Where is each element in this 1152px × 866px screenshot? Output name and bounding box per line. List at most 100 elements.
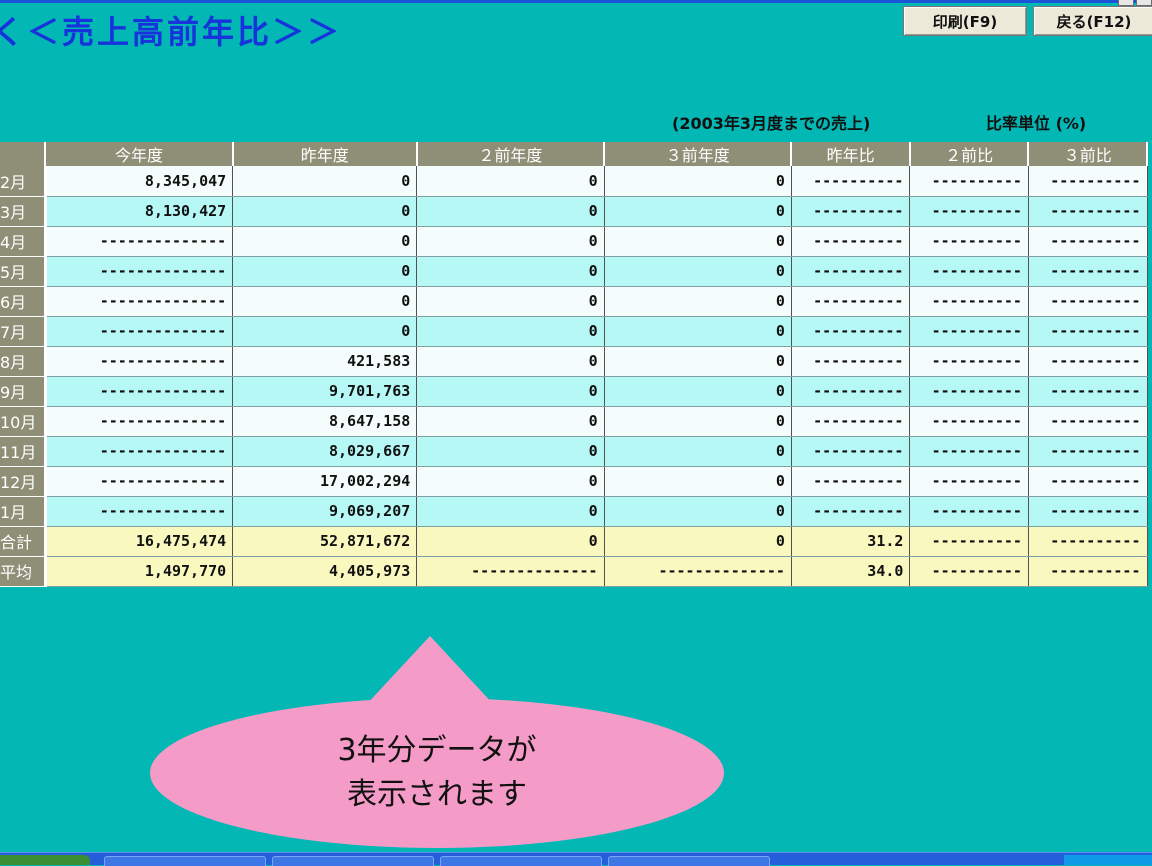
this-year-cell[interactable]: -------------- [45,436,234,467]
3-years-ago-cell[interactable]: 0 [604,256,792,287]
yoy-ratio-cell[interactable]: ---------- [791,436,911,467]
3y-ratio-cell[interactable]: ---------- [1028,496,1148,527]
3-years-ago-cell[interactable]: -------------- [604,556,792,587]
this-year-cell[interactable]: -------------- [45,286,234,317]
2-years-ago-cell[interactable]: 0 [416,316,605,347]
2-years-ago-cell[interactable]: 0 [416,346,605,377]
yoy-ratio-cell[interactable]: 34.0 [791,556,911,587]
2y-ratio-cell[interactable]: ---------- [909,256,1029,287]
yoy-ratio-cell[interactable]: ---------- [791,316,911,347]
taskbar-item[interactable] [272,856,434,866]
3-years-ago-cell[interactable]: 0 [604,526,792,557]
this-year-cell[interactable]: -------------- [45,466,234,497]
3y-ratio-cell[interactable]: ---------- [1028,226,1148,257]
2-years-ago-cell[interactable]: 0 [416,166,605,197]
table-row[interactable]: 5月 -------------- 0 0 0 ---------- ---------- -… [0,256,1148,287]
yoy-ratio-cell[interactable]: ---------- [791,166,911,197]
3y-ratio-cell[interactable]: ---------- [1028,166,1148,197]
last-year-cell[interactable]: 9,701,763 [232,376,418,407]
2y-ratio-cell[interactable]: ---------- [909,466,1029,497]
3y-ratio-cell[interactable]: ---------- [1028,256,1148,287]
table-row[interactable]: 2月 8,345,047 0 0 0 ---------- ---------- ------… [0,166,1148,197]
this-year-cell[interactable]: 16,475,474 [45,526,234,557]
3y-ratio-cell[interactable]: ---------- [1028,316,1148,347]
this-year-cell[interactable]: -------------- [45,226,234,257]
last-year-cell[interactable]: 421,583 [232,346,418,377]
last-year-cell[interactable]: 52,871,672 [232,526,418,557]
2-years-ago-cell[interactable]: 0 [416,406,605,437]
3y-ratio-cell[interactable]: ---------- [1028,526,1148,557]
yoy-ratio-cell[interactable]: ---------- [791,406,911,437]
back-button[interactable]: 戻る(F12) [1033,6,1152,36]
table-row[interactable]: 8月 -------------- 421,583 0 0 ---------- -----… [0,346,1148,377]
3y-ratio-cell[interactable]: ---------- [1028,376,1148,407]
3-years-ago-cell[interactable]: 0 [604,316,792,347]
totals-row[interactable]: 平均 1,497,770 4,405,973 -------------- ------… [0,556,1148,587]
3-years-ago-cell[interactable]: 0 [604,496,792,527]
yoy-ratio-cell[interactable]: 31.2 [791,526,911,557]
last-year-cell[interactable]: 0 [232,196,418,227]
table-row[interactable]: 9月 -------------- 9,701,763 0 0 ---------- ---… [0,376,1148,407]
3y-ratio-cell[interactable]: ---------- [1028,196,1148,227]
this-year-cell[interactable]: -------------- [45,316,234,347]
last-year-cell[interactable]: 4,405,973 [232,556,418,587]
last-year-cell[interactable]: 8,029,667 [232,436,418,467]
taskbar-item[interactable] [608,856,770,866]
3y-ratio-cell[interactable]: ---------- [1028,436,1148,467]
table-row[interactable]: 10月 -------------- 8,647,158 0 0 ---------- --… [0,406,1148,437]
last-year-cell[interactable]: 17,002,294 [232,466,418,497]
table-row[interactable]: 11月 -------------- 8,029,667 0 0 ---------- --… [0,436,1148,467]
2-years-ago-cell[interactable]: 0 [416,496,605,527]
table-row[interactable]: 6月 -------------- 0 0 0 ---------- ---------- -… [0,286,1148,317]
2y-ratio-cell[interactable]: ---------- [909,226,1029,257]
3y-ratio-cell[interactable]: ---------- [1028,466,1148,497]
3-years-ago-cell[interactable]: 0 [604,346,792,377]
taskbar-item[interactable] [440,856,602,866]
3-years-ago-cell[interactable]: 0 [604,406,792,437]
2y-ratio-cell[interactable]: ---------- [909,316,1029,347]
last-year-cell[interactable]: 0 [232,286,418,317]
3y-ratio-cell[interactable]: ---------- [1028,286,1148,317]
2y-ratio-cell[interactable]: ---------- [909,196,1029,227]
yoy-ratio-cell[interactable]: ---------- [791,286,911,317]
2-years-ago-cell[interactable]: 0 [416,466,605,497]
this-year-cell[interactable]: 8,345,047 [45,166,234,197]
3y-ratio-cell[interactable]: ---------- [1028,346,1148,377]
3y-ratio-cell[interactable]: ---------- [1028,556,1148,587]
totals-row[interactable]: 合計 16,475,474 52,871,672 0 0 31.2 ---------- --… [0,526,1148,557]
3-years-ago-cell[interactable]: 0 [604,226,792,257]
yoy-ratio-cell[interactable]: ---------- [791,466,911,497]
last-year-cell[interactable]: 0 [232,166,418,197]
3-years-ago-cell[interactable]: 0 [604,376,792,407]
table-row[interactable]: 7月 -------------- 0 0 0 ---------- ---------- -… [0,316,1148,347]
this-year-cell[interactable]: -------------- [45,406,234,437]
3y-ratio-cell[interactable]: ---------- [1028,406,1148,437]
table-row[interactable]: 12月 -------------- 17,002,294 0 0 ---------- -… [0,466,1148,497]
2y-ratio-cell[interactable]: ---------- [909,556,1029,587]
last-year-cell[interactable]: 0 [232,256,418,287]
table-row[interactable]: 4月 -------------- 0 0 0 ---------- ---------- -… [0,226,1148,257]
yoy-ratio-cell[interactable]: ---------- [791,226,911,257]
2y-ratio-cell[interactable]: ---------- [909,286,1029,317]
table-row[interactable]: 3月 8,130,427 0 0 0 ---------- ---------- ------… [0,196,1148,227]
2-years-ago-cell[interactable]: 0 [416,226,605,257]
this-year-cell[interactable]: 8,130,427 [45,196,234,227]
2y-ratio-cell[interactable]: ---------- [909,406,1029,437]
last-year-cell[interactable]: 8,647,158 [232,406,418,437]
2y-ratio-cell[interactable]: ---------- [909,526,1029,557]
table-row[interactable]: 1月 -------------- 9,069,207 0 0 ---------- ---… [0,496,1148,527]
this-year-cell[interactable]: -------------- [45,496,234,527]
3-years-ago-cell[interactable]: 0 [604,286,792,317]
2-years-ago-cell[interactable]: 0 [416,196,605,227]
yoy-ratio-cell[interactable]: ---------- [791,256,911,287]
this-year-cell[interactable]: 1,497,770 [45,556,234,587]
this-year-cell[interactable]: -------------- [45,256,234,287]
2-years-ago-cell[interactable]: 0 [416,436,605,467]
last-year-cell[interactable]: 0 [232,226,418,257]
yoy-ratio-cell[interactable]: ---------- [791,346,911,377]
2-years-ago-cell[interactable]: -------------- [416,556,605,587]
last-year-cell[interactable]: 9,069,207 [232,496,418,527]
2y-ratio-cell[interactable]: ---------- [909,376,1029,407]
2-years-ago-cell[interactable]: 0 [416,256,605,287]
3-years-ago-cell[interactable]: 0 [604,436,792,467]
